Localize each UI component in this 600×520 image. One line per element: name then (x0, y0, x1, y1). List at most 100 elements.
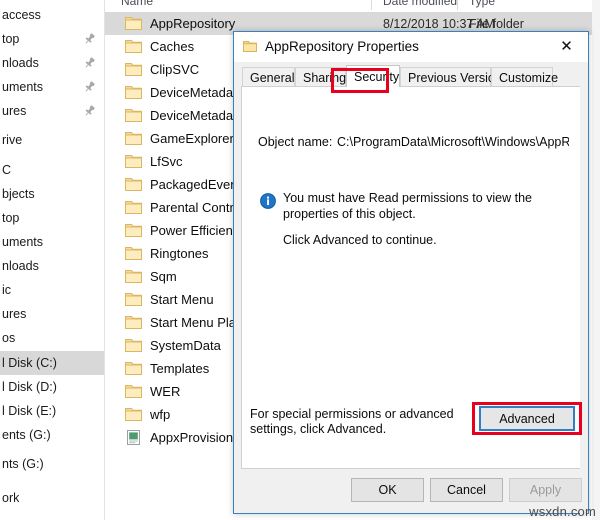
file-name: AppRepository (150, 16, 236, 31)
folder-icon (125, 269, 142, 284)
apply-button: Apply (509, 478, 582, 502)
folder-icon (125, 177, 142, 192)
folder-icon (125, 108, 142, 123)
folder-icon (125, 223, 142, 238)
tab-label: Security (354, 69, 400, 84)
tab-label: Customize (499, 70, 559, 85)
nav-item-label: ures (2, 104, 27, 118)
nav-item[interactable]: nloads (0, 51, 104, 75)
explorer-vertical-scrollbar[interactable] (592, 0, 600, 520)
column-divider[interactable] (371, 0, 372, 10)
nav-item-label: C (2, 163, 12, 177)
nav-item[interactable]: l Disk (D:) (0, 375, 104, 399)
column-divider[interactable] (457, 0, 458, 10)
info-icon (260, 193, 276, 209)
column-header[interactable]: Date modified (383, 0, 457, 8)
nav-item[interactable]: nts (G:) (0, 452, 104, 476)
file-name: Templates (150, 361, 210, 376)
tab-previous-versions[interactable]: Previous Versions (400, 67, 508, 87)
column-header[interactable]: Name (121, 0, 153, 8)
folder-icon (125, 407, 142, 422)
nav-item-label: rive (2, 133, 23, 147)
pin-icon (83, 33, 96, 46)
nav-item[interactable]: C (0, 158, 104, 182)
special-permissions-text: For special permissions or advanced sett… (250, 407, 454, 436)
nav-item[interactable]: l Disk (C:) (0, 351, 104, 375)
folder-icon (125, 39, 142, 54)
tab-sharing[interactable]: Sharing (295, 67, 346, 87)
nav-item[interactable]: ents (G:) (0, 423, 104, 447)
nav-item-label: ents (G:) (2, 428, 51, 442)
nav-item[interactable]: uments (0, 75, 104, 99)
dialog-title-bar[interactable]: AppRepository Properties ✕ (234, 32, 588, 62)
info-message: You must have Read permissions to view t… (283, 191, 532, 221)
dialog-tab-strip[interactable]: General Sharing Security Previous Versions C… (234, 62, 588, 87)
nav-item-label: nloads (2, 259, 39, 273)
column-header[interactable]: Type (469, 0, 495, 8)
file-name: LfSvc (150, 154, 183, 169)
tab-security[interactable]: Security (346, 65, 400, 87)
folder-icon (125, 315, 142, 330)
nav-item-label: bjects (2, 187, 35, 201)
nav-item-label: top (2, 211, 20, 225)
nav-item[interactable]: top (0, 27, 104, 51)
folder-icon (125, 246, 142, 261)
object-name-label: Object name: (258, 135, 333, 149)
folder-icon (125, 85, 142, 100)
nav-item[interactable]: ures (0, 99, 104, 123)
tab-general[interactable]: General (242, 67, 295, 87)
file-name: GameExplorer (150, 131, 234, 146)
file-name: Ringtones (150, 246, 209, 261)
nav-item-label: ork (2, 491, 20, 505)
folder-icon (125, 338, 142, 353)
nav-item[interactable]: os (0, 326, 104, 350)
dialog-right-strip (580, 62, 587, 514)
navigation-pane[interactable]: access top nloads uments ures rive Cbjects top u… (0, 0, 105, 520)
nav-item-label: uments (2, 235, 43, 249)
nav-item[interactable]: ork (0, 486, 104, 510)
tab-label: Sharing (303, 70, 347, 85)
folder-icon (125, 131, 142, 146)
nav-item[interactable]: rive (0, 128, 104, 152)
nav-item-label: l Disk (E:) (2, 404, 57, 418)
file-name: WER (150, 384, 181, 399)
dialog-title: AppRepository Properties (265, 39, 419, 54)
ok-button[interactable]: OK (351, 478, 424, 502)
nav-item-label: l Disk (C:) (2, 356, 57, 370)
folder-icon (125, 292, 142, 307)
file-name: Sqm (150, 269, 177, 284)
nav-item-label: nloads (2, 56, 39, 70)
file-name: Caches (150, 39, 195, 54)
pin-icon (83, 57, 96, 70)
nav-item[interactable]: access (0, 3, 104, 27)
file-name: ClipSVC (150, 62, 200, 77)
nav-item-label: l Disk (D:) (2, 380, 57, 394)
file-name: Start Menu (150, 292, 214, 307)
file-name: wfp (150, 407, 171, 422)
close-icon[interactable]: ✕ (545, 32, 588, 61)
nav-item-label: access (2, 8, 41, 22)
nav-item[interactable]: bjects (0, 182, 104, 206)
nav-item-label: nts (G:) (2, 457, 44, 471)
nav-item[interactable]: uments (0, 230, 104, 254)
advanced-button[interactable]: Advanced (479, 406, 575, 431)
folder-icon (243, 40, 257, 53)
continue-message: Click Advanced to continue. (283, 233, 437, 247)
tab-customize[interactable]: Customize (491, 67, 558, 87)
nav-item-label: ic (2, 283, 12, 297)
folder-icon (125, 200, 142, 215)
nav-item[interactable]: ic (0, 278, 104, 302)
nav-item-label: os (2, 331, 16, 345)
nav-item[interactable]: l Disk (E:) (0, 399, 104, 423)
nav-item[interactable]: nloads (0, 254, 104, 278)
object-name-value: C:\ProgramData\Microsoft\Windows\AppRepo… (337, 135, 569, 149)
nav-item[interactable]: ures (0, 302, 104, 326)
pin-icon (83, 81, 96, 94)
file-name: SystemData (150, 338, 221, 353)
nav-item[interactable]: top (0, 206, 104, 230)
folder-icon (125, 16, 142, 31)
cancel-button[interactable]: Cancel (430, 478, 503, 502)
tab-label: General (250, 70, 295, 85)
watermark: wsxdn.com (529, 504, 596, 519)
folder-icon (125, 154, 142, 169)
